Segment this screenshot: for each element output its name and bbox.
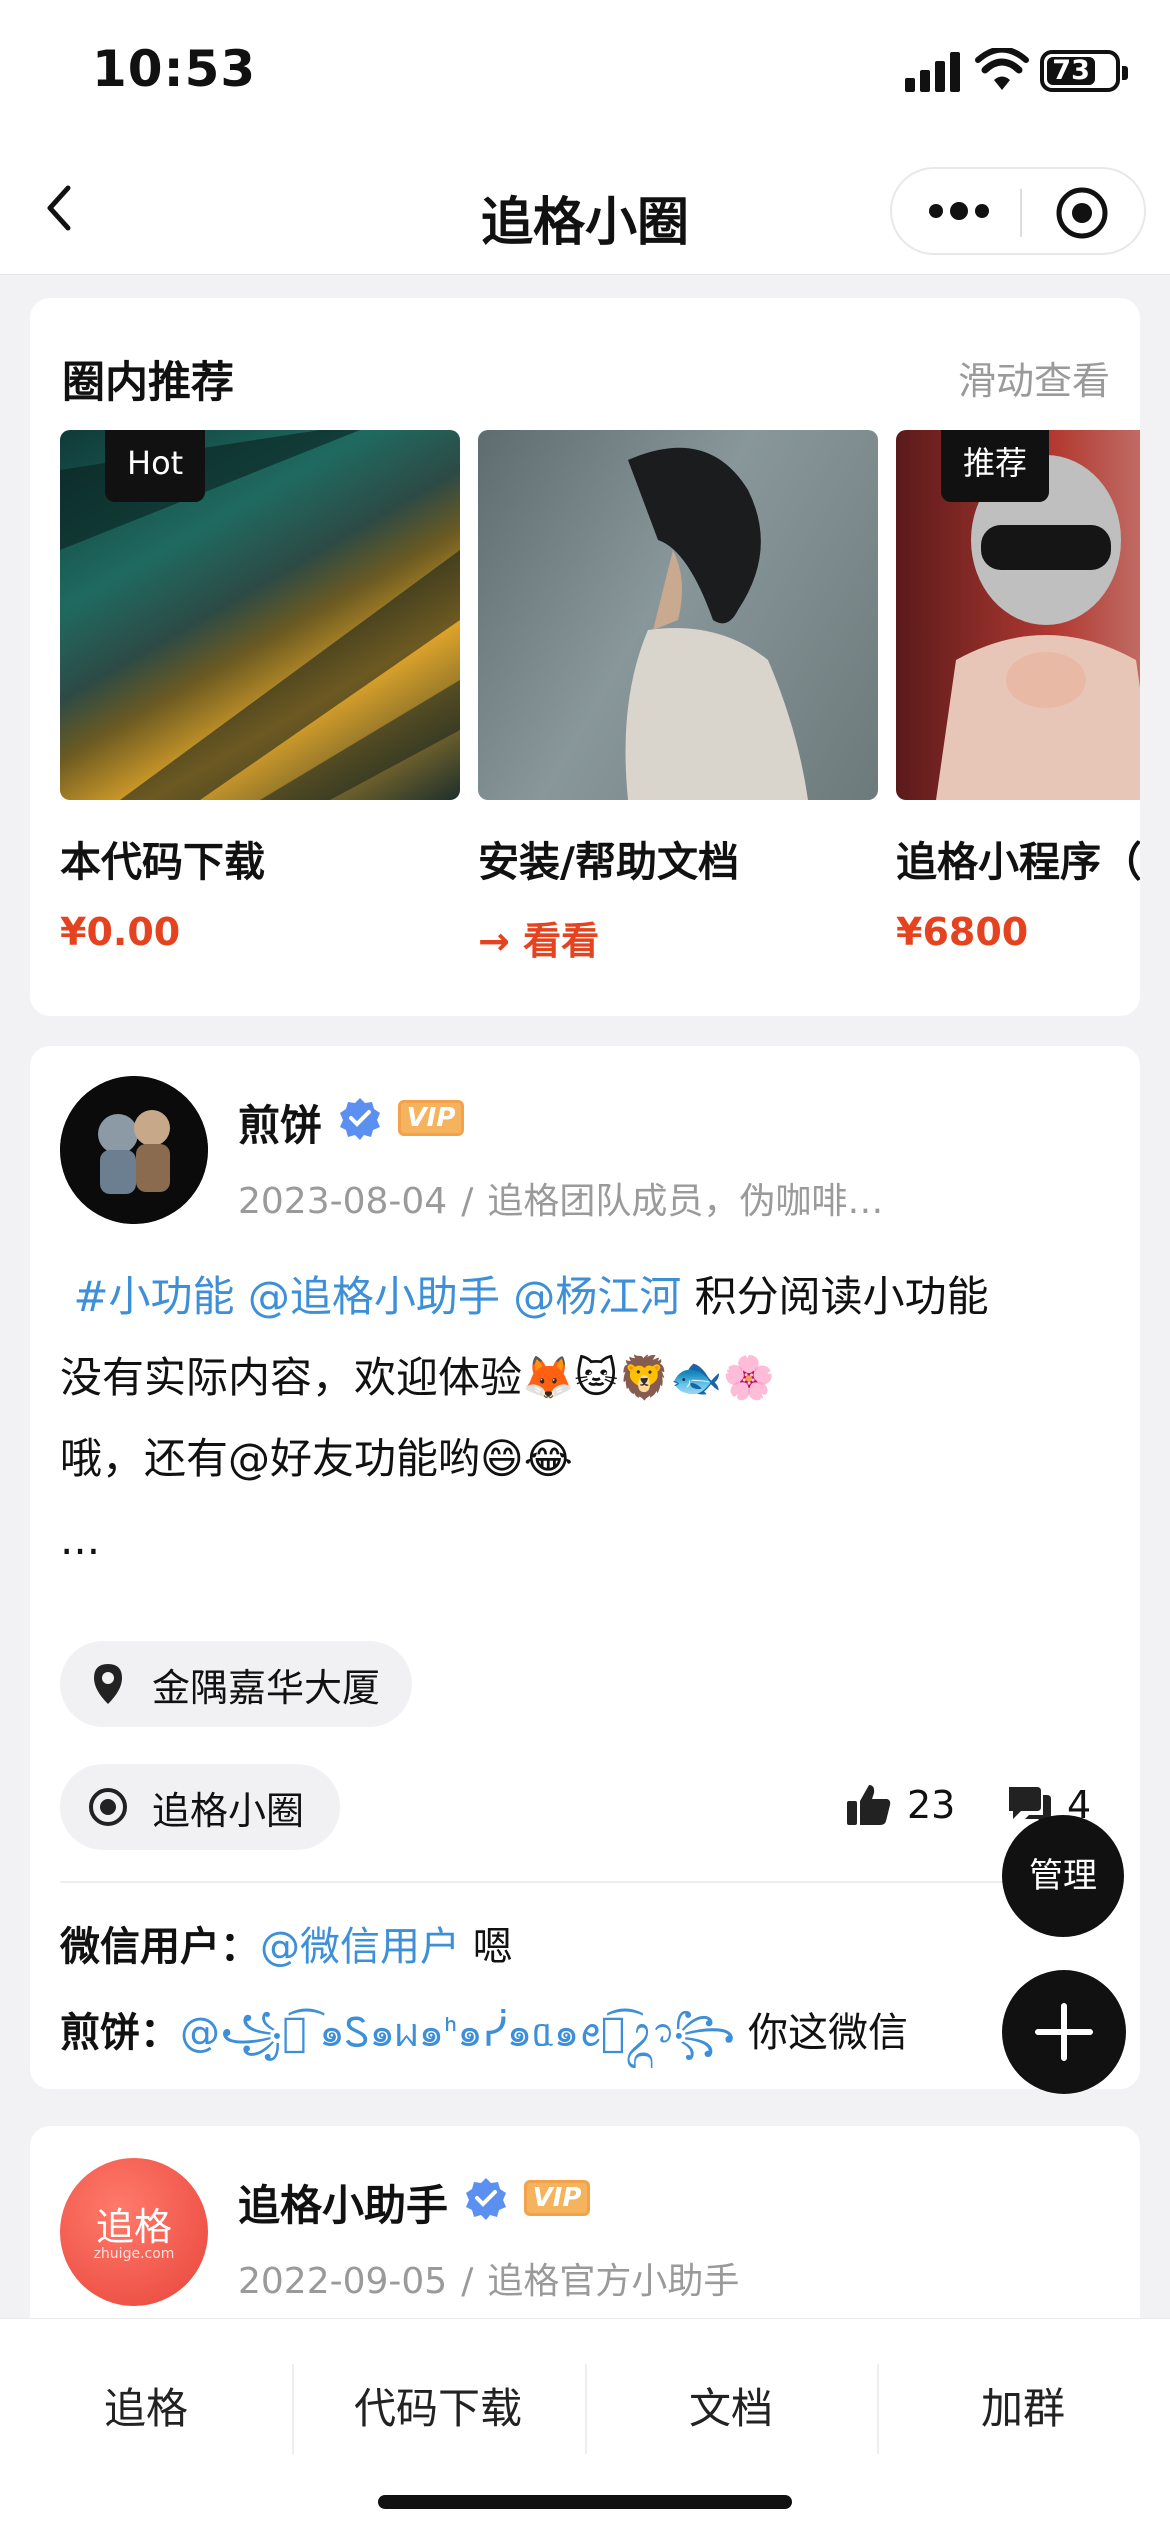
status-time: 10:53 bbox=[92, 40, 257, 98]
topic-tag[interactable]: #小功能 bbox=[73, 1272, 234, 1321]
comment-text: 你这微信 bbox=[748, 2010, 909, 2056]
vip-badge: VIP bbox=[398, 1100, 464, 1136]
signal-icon bbox=[905, 52, 960, 92]
verified-icon bbox=[466, 2178, 506, 2220]
like-button[interactable]: 23 bbox=[845, 1781, 955, 1829]
plus-icon bbox=[1035, 2003, 1093, 2061]
recommend-title: 圈内推荐 bbox=[62, 358, 234, 408]
circle-name: 追格小圈 bbox=[152, 1788, 305, 1833]
recommend-image: 推荐 bbox=[896, 430, 1140, 800]
recommend-card: 圈内推荐 滑动查看 Hot 本代码下载 ¥0.00 安装/帮助文档 → 看看 推… bbox=[30, 298, 1140, 1016]
nav-bar: 追格小圈 bbox=[0, 150, 1170, 275]
location-chip[interactable]: 金隅嘉华大厦 bbox=[60, 1641, 413, 1727]
comment-item[interactable]: 煎饼：@꧁ᬊ͡ ๑Ꮪ๑ᥕ๑ᑋ๑ᓰ๑ᥲ๑ꫀ๑͡ᬊ꧂ 你这微信 bbox=[60, 1994, 908, 2083]
tab-join-group[interactable]: 加群 bbox=[877, 2319, 1169, 2499]
post-line: 没有实际内容，欢迎体验🦊🐱🦁🐟🌸 bbox=[60, 1353, 775, 1402]
recommend-item-price: ¥6800 bbox=[896, 910, 1029, 954]
circle-target-icon bbox=[89, 1788, 127, 1826]
battery-level: 73 bbox=[1047, 57, 1096, 85]
verified-icon bbox=[340, 1098, 380, 1140]
capsule-divider bbox=[1020, 189, 1022, 237]
location-pin-icon bbox=[94, 1664, 122, 1704]
author-bio: 追格官方小助手 bbox=[487, 2261, 740, 2302]
miniprogram-capsule bbox=[890, 167, 1146, 255]
add-post-button[interactable] bbox=[1002, 1970, 1126, 2094]
comment-user[interactable]: 微信用户： bbox=[60, 1924, 260, 1970]
avatar-text: 追格 bbox=[95, 2205, 172, 2249]
post-meta: 2022-09-05 / 追格官方小助手 bbox=[238, 2252, 739, 2304]
divider bbox=[60, 1881, 1110, 1883]
wifi-icon bbox=[975, 48, 1029, 90]
location-name: 金隅嘉华大厦 bbox=[152, 1665, 381, 1710]
mention[interactable]: @꧁ᬊ͡ ๑Ꮪ๑ᥕ๑ᑋ๑ᓰ๑ᥲ๑ꫀ๑͡ᬊ꧂ bbox=[180, 2010, 735, 2056]
post-card[interactable]: 煎饼 VIP 2023-08-04 / 追格团队成员，伪咖啡… #小功能 @追格小助… bbox=[30, 1046, 1140, 2089]
post-body[interactable]: #小功能 @追格小助手 @杨江河 积分阅读小功能 没有实际内容，欢迎体验🦊🐱🦁🐟… bbox=[60, 1256, 1110, 1580]
recommend-item-name: 安装/帮助文档 bbox=[478, 838, 739, 886]
avatar-subtext: zhuige.com bbox=[93, 2246, 175, 2262]
comment-user[interactable]: 煎饼： bbox=[60, 2010, 180, 2056]
recommend-item-price: → 看看 bbox=[478, 919, 600, 963]
post-line: 哦，还有@好友功能哟😄😂 bbox=[60, 1434, 573, 1483]
comment-item[interactable]: 微信用户：@微信用户 嗯 bbox=[60, 1914, 513, 1972]
mention[interactable]: @微信用户 bbox=[260, 1924, 460, 1970]
recommend-item-miniprogram[interactable]: 推荐 追格小程序（ ¥6800 bbox=[896, 430, 1140, 954]
post-text: 积分阅读小功能 bbox=[694, 1272, 989, 1321]
meta-separator: / bbox=[461, 1181, 474, 1222]
author-name[interactable]: 追格小助手 bbox=[238, 2172, 448, 2233]
vip-badge: VIP bbox=[524, 2180, 590, 2216]
home-indicator bbox=[378, 2495, 792, 2509]
status-bar: 10:53 73 bbox=[0, 0, 1170, 150]
comment-text: 嗯 bbox=[472, 1924, 513, 1970]
mention[interactable]: @杨江河 bbox=[513, 1272, 681, 1321]
more-icon[interactable] bbox=[922, 189, 996, 233]
thumbs-up-icon bbox=[847, 1785, 891, 1825]
post-date: 2023-08-04 bbox=[238, 1181, 448, 1222]
post-meta: 2023-08-04 / 追格团队成员，伪咖啡… bbox=[238, 1172, 883, 1224]
mention[interactable]: @追格小助手 bbox=[248, 1272, 500, 1321]
recommend-item-code-download[interactable]: Hot 本代码下载 ¥0.00 bbox=[60, 430, 460, 954]
post-line: #小功能 @追格小助手 @杨江河 积分阅读小功能 bbox=[60, 1256, 1110, 1337]
recommend-item-name: 追格小程序（ bbox=[896, 838, 1140, 886]
recommend-item-docs[interactable]: 安装/帮助文档 → 看看 bbox=[478, 430, 878, 965]
tab-zhuige[interactable]: 追格 bbox=[0, 2319, 292, 2499]
manage-button[interactable]: 管理 bbox=[1002, 1815, 1124, 1937]
circle-chip[interactable]: 追格小圈 bbox=[60, 1764, 341, 1850]
post-date: 2022-09-05 bbox=[238, 2261, 448, 2302]
recommend-hint: 滑动查看 bbox=[957, 359, 1110, 403]
battery-icon: 73 bbox=[1040, 50, 1128, 92]
author-name[interactable]: 煎饼 bbox=[238, 1092, 322, 1153]
recommend-item-price: ¥0.00 bbox=[60, 910, 181, 954]
recommend-image: Hot bbox=[60, 430, 460, 800]
avatar[interactable]: 追格 zhuige.com bbox=[60, 2158, 208, 2306]
close-target-icon[interactable] bbox=[1054, 185, 1110, 241]
post-line: ... bbox=[60, 1515, 101, 1564]
author-bio: 追格团队成员，伪咖啡… bbox=[487, 1181, 884, 1222]
tab-docs[interactable]: 文档 bbox=[585, 2319, 877, 2499]
recommend-item-name: 本代码下载 bbox=[60, 838, 265, 886]
recommend-tag: 推荐 bbox=[941, 430, 1050, 502]
like-count: 23 bbox=[907, 1783, 956, 1827]
meta-separator: / bbox=[461, 2261, 474, 2302]
avatar[interactable] bbox=[60, 1076, 208, 1224]
tab-code-download[interactable]: 代码下载 bbox=[292, 2319, 584, 2499]
hot-tag: Hot bbox=[105, 430, 206, 502]
recommend-image bbox=[478, 430, 878, 800]
